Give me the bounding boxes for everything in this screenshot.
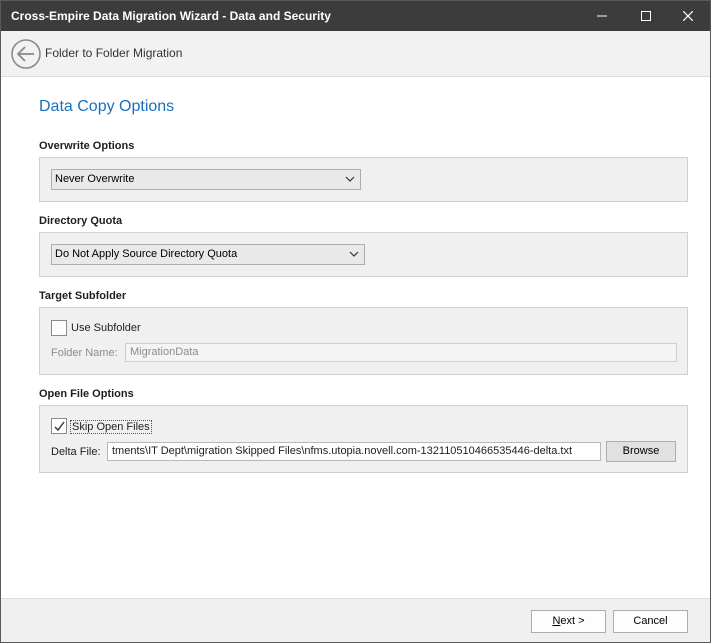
directory-quota-dropdown[interactable]: Do Not Apply Source Directory Quota [51,244,365,265]
delta-file-field[interactable]: tments\IT Dept\migration Skipped Files\n… [107,442,601,461]
directory-quota-label: Directory Quota [39,215,123,227]
chevron-down-icon [349,251,359,257]
use-subfolder-label: Use Subfolder [71,322,141,334]
folder-name-field[interactable]: MigrationData [125,343,677,362]
open-file-options-group: Skip Open Files Delta File: tments\IT De… [39,405,688,473]
directory-quota-selected: Do Not Apply Source Directory Quota [55,248,238,260]
use-subfolder-checkbox[interactable] [51,320,67,336]
back-arrow-circle-icon [11,39,41,69]
overwrite-options-label: Overwrite Options [39,140,135,152]
close-button[interactable] [666,1,710,31]
page-title: Data Copy Options [39,98,175,115]
overwrite-options-selected: Never Overwrite [55,173,135,185]
folder-name-value: MigrationData [130,346,199,358]
maximize-button[interactable] [624,1,668,31]
close-icon [683,11,693,21]
delta-file-label: Delta File: [51,446,101,458]
title-bar[interactable]: Cross-Empire Data Migration Wizard - Dat… [1,1,710,31]
maximize-icon [641,11,651,21]
skip-open-files-label: Skip Open Files [70,420,152,434]
navigation-bar: Folder to Folder Migration [1,31,710,77]
skip-open-files-checkbox[interactable] [51,418,67,434]
cancel-button[interactable]: Cancel [613,610,688,633]
overwrite-options-dropdown[interactable]: Never Overwrite [51,169,361,190]
wizard-footer: Next > Cancel [1,598,710,642]
main-content: Data Copy Options Overwrite Options Neve… [1,78,710,598]
next-button[interactable]: Next > [531,610,606,633]
folder-name-label: Folder Name: [51,347,118,359]
checkmark-icon [54,421,65,432]
window-title: Cross-Empire Data Migration Wizard - Dat… [11,9,331,23]
wizard-window: Cross-Empire Data Migration Wizard - Dat… [0,0,711,643]
browse-button[interactable]: Browse [606,441,676,462]
target-subfolder-label: Target Subfolder [39,290,127,302]
minimize-button[interactable] [580,1,624,31]
nav-title: Folder to Folder Migration [45,46,183,60]
open-file-options-label: Open File Options [39,388,134,400]
minimize-icon [597,15,607,17]
chevron-down-icon [345,176,355,182]
delta-file-value: tments\IT Dept\migration Skipped Files\n… [112,445,573,457]
directory-quota-group: Do Not Apply Source Directory Quota [39,232,688,277]
overwrite-options-group: Never Overwrite [39,157,688,202]
next-label-rest: ext > [560,615,585,627]
back-button[interactable] [10,38,42,70]
target-subfolder-group: Use Subfolder Folder Name: MigrationData [39,307,688,375]
